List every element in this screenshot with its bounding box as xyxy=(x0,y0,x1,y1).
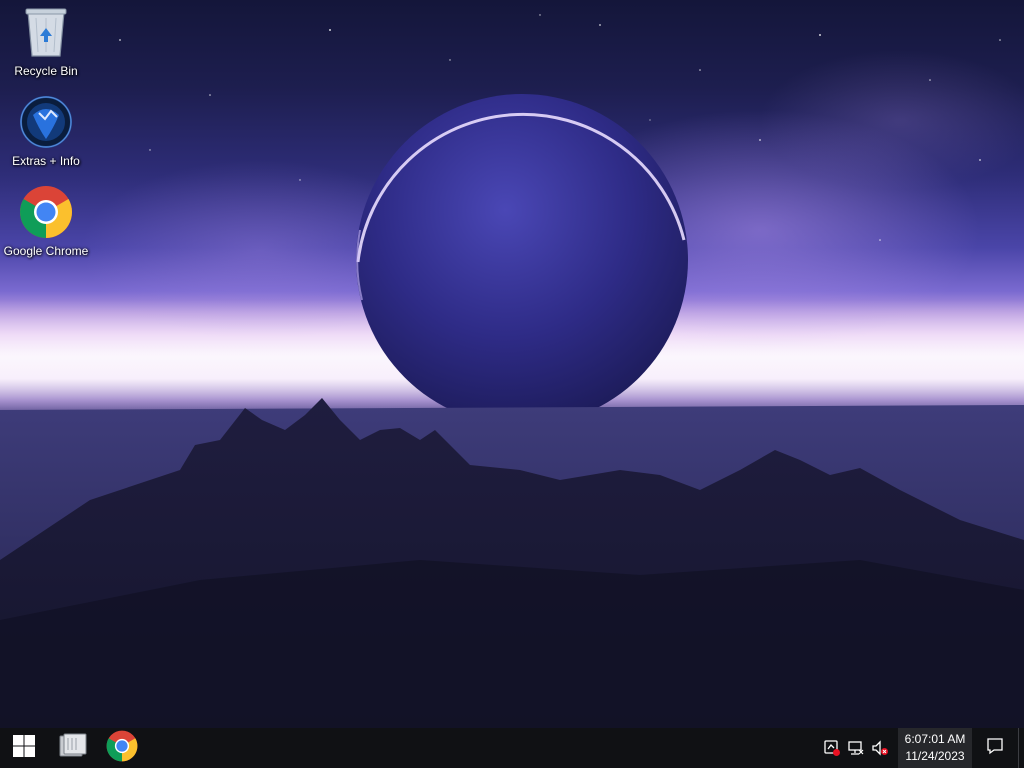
security-alert-icon[interactable] xyxy=(820,728,844,768)
system-tray: 6:07:01 AM 11/24/2023 xyxy=(820,728,1024,768)
extras-info-label: Extras + Info xyxy=(12,154,80,168)
desktop-icon-google-chrome[interactable]: Google Chrome xyxy=(0,184,92,260)
desktop-icon-extras-info[interactable]: Extras + Info xyxy=(0,94,92,170)
network-disconnected-icon[interactable] xyxy=(844,728,868,768)
action-center-button[interactable] xyxy=(972,728,1018,768)
google-chrome-label: Google Chrome xyxy=(3,244,89,258)
clock-date: 11/24/2023 xyxy=(905,749,965,763)
taskbar-chrome-button[interactable] xyxy=(98,728,146,768)
desktop-wallpaper xyxy=(0,0,1024,728)
taskbar-file-explorer-button[interactable] xyxy=(48,728,98,768)
chrome-icon xyxy=(18,184,74,240)
recycle-bin-icon xyxy=(18,4,74,60)
file-explorer-icon xyxy=(58,732,88,765)
taskbar: 6:07:01 AM 11/24/2023 xyxy=(0,728,1024,768)
taskbar-clock[interactable]: 6:07:01 AM 11/24/2023 xyxy=(898,728,972,768)
start-button[interactable] xyxy=(0,728,48,768)
windows-logo-icon xyxy=(12,734,36,763)
clock-time: 6:07:01 AM xyxy=(904,732,966,746)
show-desktop-button[interactable] xyxy=(1018,728,1024,768)
wallpaper-scene xyxy=(0,14,1024,728)
desktop-icon-recycle-bin[interactable]: Recycle Bin xyxy=(0,4,92,80)
action-center-icon xyxy=(986,737,1004,760)
chrome-icon xyxy=(106,730,138,767)
volume-muted-icon[interactable] xyxy=(868,728,892,768)
recycle-bin-label: Recycle Bin xyxy=(14,64,78,78)
extras-info-icon xyxy=(18,94,74,150)
